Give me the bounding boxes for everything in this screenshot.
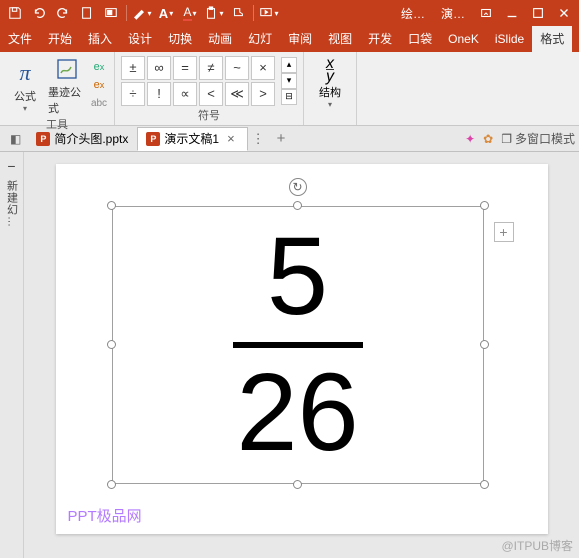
new-file-icon[interactable]: [76, 2, 98, 24]
font-size-icon[interactable]: A: [155, 2, 177, 24]
new-tab-button[interactable]: +: [269, 130, 294, 147]
fraction-bar: [233, 342, 363, 348]
symbol-nav: ▴ ▾ ⊟: [281, 57, 297, 105]
ppt-icon: P: [36, 132, 50, 146]
small-tool-3[interactable]: abc: [90, 95, 108, 111]
slide-rail[interactable]: − 新建幻…: [0, 152, 24, 558]
doc-tab-1[interactable]: P 简介头图.pptx: [27, 127, 137, 151]
add-placeholder-button[interactable]: +: [494, 222, 514, 242]
zoom-fit-icon[interactable]: ✦: [465, 132, 475, 146]
tab-home[interactable]: 开始: [40, 26, 80, 52]
context-tab-present[interactable]: 演…: [435, 5, 471, 22]
symbol-scroll-up[interactable]: ▴: [281, 57, 297, 73]
redo-icon[interactable]: [52, 2, 74, 24]
tab-design2[interactable]: 设计: [572, 26, 579, 52]
ink-icon: [55, 54, 79, 84]
symbol-grid: ± ∞ = ≠ ~ × ÷ ! ∝ < ≪ >: [121, 56, 275, 106]
tab-developer[interactable]: 开发: [360, 26, 400, 52]
symbol-equals[interactable]: =: [173, 56, 197, 80]
equation-object[interactable]: + 5 26: [112, 206, 484, 484]
tab-view[interactable]: 视图: [320, 26, 360, 52]
titlebar-right: 绘… 演…: [395, 2, 575, 24]
ribbon-tabs: 文件 开始 插入 设计 切换 动画 幻灯 审阅 视图 开发 口袋 OneK iS…: [0, 26, 579, 52]
undo-icon[interactable]: [28, 2, 50, 24]
rail-label: 新建幻…: [4, 180, 20, 228]
maximize-icon[interactable]: [527, 2, 549, 24]
symbol-divide[interactable]: ÷: [121, 82, 145, 106]
tab-file[interactable]: 文件: [0, 26, 40, 52]
close-icon[interactable]: [553, 2, 575, 24]
formula-button[interactable]: π 公式 ▾: [6, 58, 44, 113]
document-tabs: ◧ P 简介头图.pptx P 演示文稿1 × ⋮ + ✦ ✿ ❐ 多窗口模式: [0, 126, 579, 152]
symbol-scroll-down[interactable]: ▾: [281, 73, 297, 89]
rotate-handle[interactable]: [289, 178, 307, 196]
preview-icon[interactable]: [100, 2, 122, 24]
settings-icon[interactable]: ✿: [483, 132, 493, 146]
tab-insert[interactable]: 插入: [80, 26, 120, 52]
symbol-notequal[interactable]: ≠: [199, 56, 223, 80]
symbol-proportional[interactable]: ∝: [173, 82, 197, 106]
small-tool-2[interactable]: ex: [90, 77, 108, 93]
marker-icon[interactable]: [131, 2, 153, 24]
symbol-factorial[interactable]: !: [147, 82, 171, 106]
editor-canvas: − 新建幻… + 5 26 PPT极: [0, 152, 579, 558]
group-label-struct: [310, 111, 350, 125]
structure-fraction-button[interactable]: xy 结构 ▾: [310, 56, 350, 109]
tab-slideshow[interactable]: 幻灯: [240, 26, 280, 52]
fraction-denominator[interactable]: 26: [236, 358, 358, 468]
tab-design[interactable]: 设计: [120, 26, 160, 52]
save-icon[interactable]: [4, 2, 26, 24]
tab-animations[interactable]: 动画: [200, 26, 240, 52]
paste-icon[interactable]: [203, 2, 225, 24]
tab-transitions[interactable]: 切换: [160, 26, 200, 52]
fraction-icon: xy: [316, 56, 344, 84]
tabs-menu-icon[interactable]: ◧: [4, 132, 27, 146]
group-label-symbols: 符号: [121, 107, 297, 125]
collapse-icon[interactable]: −: [7, 158, 15, 174]
watermark-left: PPT极品网: [68, 505, 142, 526]
slide[interactable]: + 5 26 PPT极品网: [56, 164, 548, 534]
tab-review[interactable]: 审阅: [280, 26, 320, 52]
symbol-times[interactable]: ×: [251, 56, 275, 80]
window-icon: ❐: [501, 132, 512, 146]
ink-formula-button[interactable]: 墨迹公式: [48, 54, 86, 116]
ribbon-options-icon[interactable]: [475, 2, 497, 24]
tab-onekey[interactable]: OneK: [440, 26, 487, 52]
doc-tab-2[interactable]: P 演示文稿1 ×: [137, 127, 247, 151]
symbol-greaterthan[interactable]: >: [251, 82, 275, 106]
ppt-icon: P: [146, 132, 160, 146]
symbol-tilde[interactable]: ~: [225, 56, 249, 80]
fraction[interactable]: 5 26: [112, 206, 484, 484]
ribbon-group-symbols: ± ∞ = ≠ ~ × ÷ ! ∝ < ≪ > ▴ ▾ ⊟ 符号: [115, 52, 304, 125]
ribbon-group-structures: xy 结构 ▾: [304, 52, 357, 125]
close-tab-icon[interactable]: ×: [223, 131, 239, 146]
symbol-infinity[interactable]: ∞: [147, 56, 171, 80]
symbol-muchless[interactable]: ≪: [225, 82, 249, 106]
fraction-numerator[interactable]: 5: [267, 222, 328, 332]
context-tab-draw[interactable]: 绘…: [395, 5, 431, 22]
watermark-right: @ITPUB博客: [501, 537, 573, 554]
symbol-lessthan[interactable]: <: [199, 82, 223, 106]
font-color-icon[interactable]: A: [179, 2, 201, 24]
small-tool-1[interactable]: ex: [90, 59, 108, 75]
title-bar: A A 绘… 演…: [0, 0, 579, 26]
ribbon: π 公式 ▾ 墨迹公式 ex ex abc 工具 ± ∞ = ≠ ~: [0, 52, 579, 126]
slideshow-icon[interactable]: [258, 2, 280, 24]
tab-koudai[interactable]: 口袋: [400, 26, 440, 52]
tab-overflow-icon[interactable]: ⋮: [248, 131, 269, 147]
tab-format[interactable]: 格式: [532, 26, 572, 52]
symbol-plusminus[interactable]: ±: [121, 56, 145, 80]
minimize-icon[interactable]: [501, 2, 523, 24]
symbol-more[interactable]: ⊟: [281, 89, 297, 105]
tab-islide[interactable]: iSlide: [487, 26, 532, 52]
format-painter-icon[interactable]: [227, 2, 249, 24]
quick-access-toolbar: A A: [4, 2, 280, 24]
pi-icon: π: [19, 58, 30, 88]
ribbon-group-tools: π 公式 ▾ 墨迹公式 ex ex abc 工具: [0, 52, 115, 125]
multiwindow-button[interactable]: ❐ 多窗口模式: [501, 130, 575, 147]
